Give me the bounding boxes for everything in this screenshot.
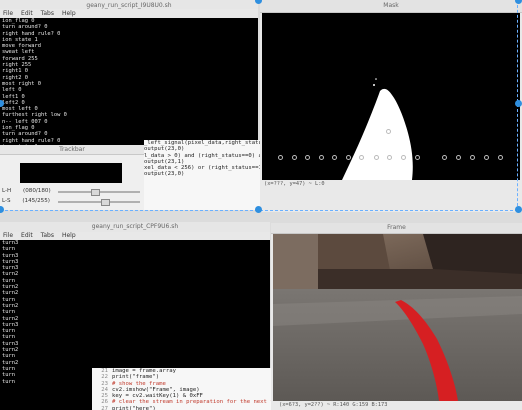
resize-handle-bottom-mid[interactable] — [255, 206, 262, 213]
code-text: image = frame.array — [112, 368, 176, 374]
line-number: 27 — [101, 405, 108, 410]
menu-item-help[interactable]: Help — [62, 232, 76, 239]
frame-status: (x=6?3, y=2??) ~ R:140 G:159 B:173 — [279, 402, 388, 408]
code-text: print("frame") — [112, 374, 160, 381]
code-line: 27 print("here") — [92, 406, 272, 410]
code-text: print("here") — [112, 405, 156, 410]
resize-handle-bottom-left[interactable] — [0, 206, 4, 213]
bottom-terminal-menubar: File Edit Tabs Help — [0, 232, 270, 240]
code-text: cv2.imshow("Frame", image) — [112, 386, 200, 393]
resize-handle-mid-right[interactable] — [515, 100, 522, 107]
menu-item-file[interactable]: File — [3, 232, 13, 239]
frame-title: Frame — [271, 223, 522, 234]
frame-window: Frame (x=6?3, y=2??) ~ R:140 G:159 B:173 — [271, 223, 522, 410]
camera-scene — [273, 234, 522, 401]
code-text: # clear the stream in preparation for th… — [112, 399, 272, 406]
menu-item-edit[interactable]: Edit — [21, 232, 33, 239]
menu-item-tabs[interactable]: Tabs — [41, 232, 54, 239]
code-text: key = cv2.waitKey(1) & 0xFF — [112, 393, 203, 400]
code-text: # show the frame — [112, 380, 166, 387]
frame-camera-image — [273, 234, 522, 401]
resize-handle-bottom-right[interactable] — [515, 206, 522, 213]
selection-outline — [0, 0, 518, 211]
bottom-editor[interactable]: 21 image = frame.array 22 print("frame") 23 #… — [92, 368, 272, 410]
